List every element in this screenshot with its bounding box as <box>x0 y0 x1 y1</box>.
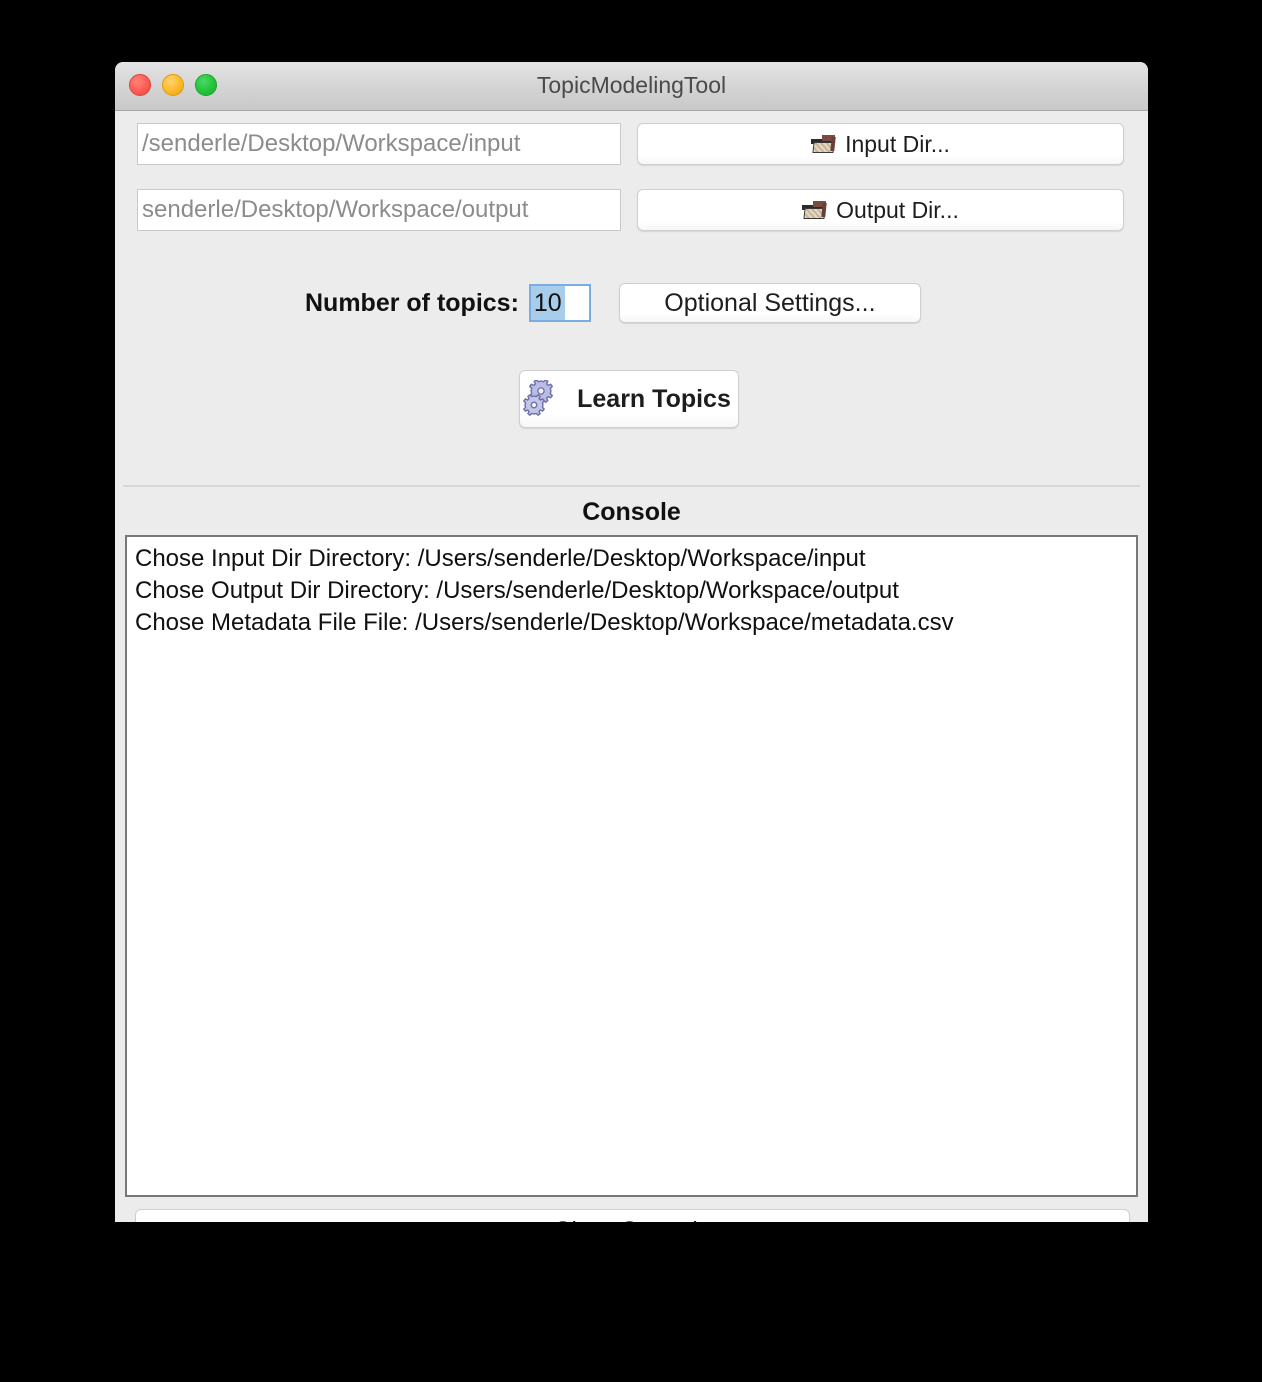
section-divider <box>123 485 1140 487</box>
output-dir-button[interactable]: Output Dir... <box>637 189 1124 231</box>
output-dir-row: senderle/Desktop/Workspace/output <box>137 189 621 231</box>
console-heading: Console <box>582 498 681 526</box>
console-output[interactable]: Chose Input Dir Directory: /Users/sender… <box>125 535 1138 1197</box>
input-dir-field[interactable]: /senderle/Desktop/Workspace/input <box>137 123 621 165</box>
console-line: Chose Output Dir Directory: /Users/sende… <box>135 577 899 604</box>
output-dir-button-wrap: Output Dir... <box>637 189 1124 231</box>
topics-value: 10 <box>530 286 565 320</box>
topics-label: Number of topics: <box>305 288 519 317</box>
window-content: /senderle/Desktop/Workspace/input Input … <box>115 111 1148 1222</box>
learn-topics-label: Learn Topics <box>577 384 731 413</box>
title-bar: TopicModelingTool <box>115 62 1148 111</box>
topics-input[interactable]: 10 <box>528 284 591 322</box>
input-dir-button-label: Input Dir... <box>845 130 950 157</box>
console-line: Chose Input Dir Directory: /Users/sender… <box>135 545 866 572</box>
optional-settings-button[interactable]: Optional Settings... <box>618 283 921 323</box>
folder-icon <box>802 200 827 220</box>
console-line: Chose Metadata File File: /Users/senderl… <box>135 609 954 636</box>
window-title: TopicModelingTool <box>536 72 727 98</box>
learn-topics-button[interactable]: Learn Topics <box>519 370 739 428</box>
output-dir-field[interactable]: senderle/Desktop/Workspace/output <box>137 189 621 231</box>
input-dir-button[interactable]: Input Dir... <box>637 123 1124 165</box>
topics-row: Number of topics: 10 Optional Settings..… <box>305 283 921 323</box>
learn-topics-row: Learn Topics <box>519 370 739 428</box>
clear-console-button[interactable]: Clear Console <box>135 1209 1130 1222</box>
input-dir-button-wrap: Input Dir... <box>637 123 1124 165</box>
application-window: TopicModelingTool /senderle/Desktop/Work… <box>115 62 1148 1222</box>
gears-icon <box>523 380 554 416</box>
optional-settings-label: Optional Settings... <box>664 288 876 317</box>
input-dir-row: /senderle/Desktop/Workspace/input <box>137 123 621 165</box>
output-dir-button-label: Output Dir... <box>836 196 959 223</box>
folder-icon <box>811 134 836 154</box>
clear-console-label: Clear Console <box>553 1217 711 1223</box>
